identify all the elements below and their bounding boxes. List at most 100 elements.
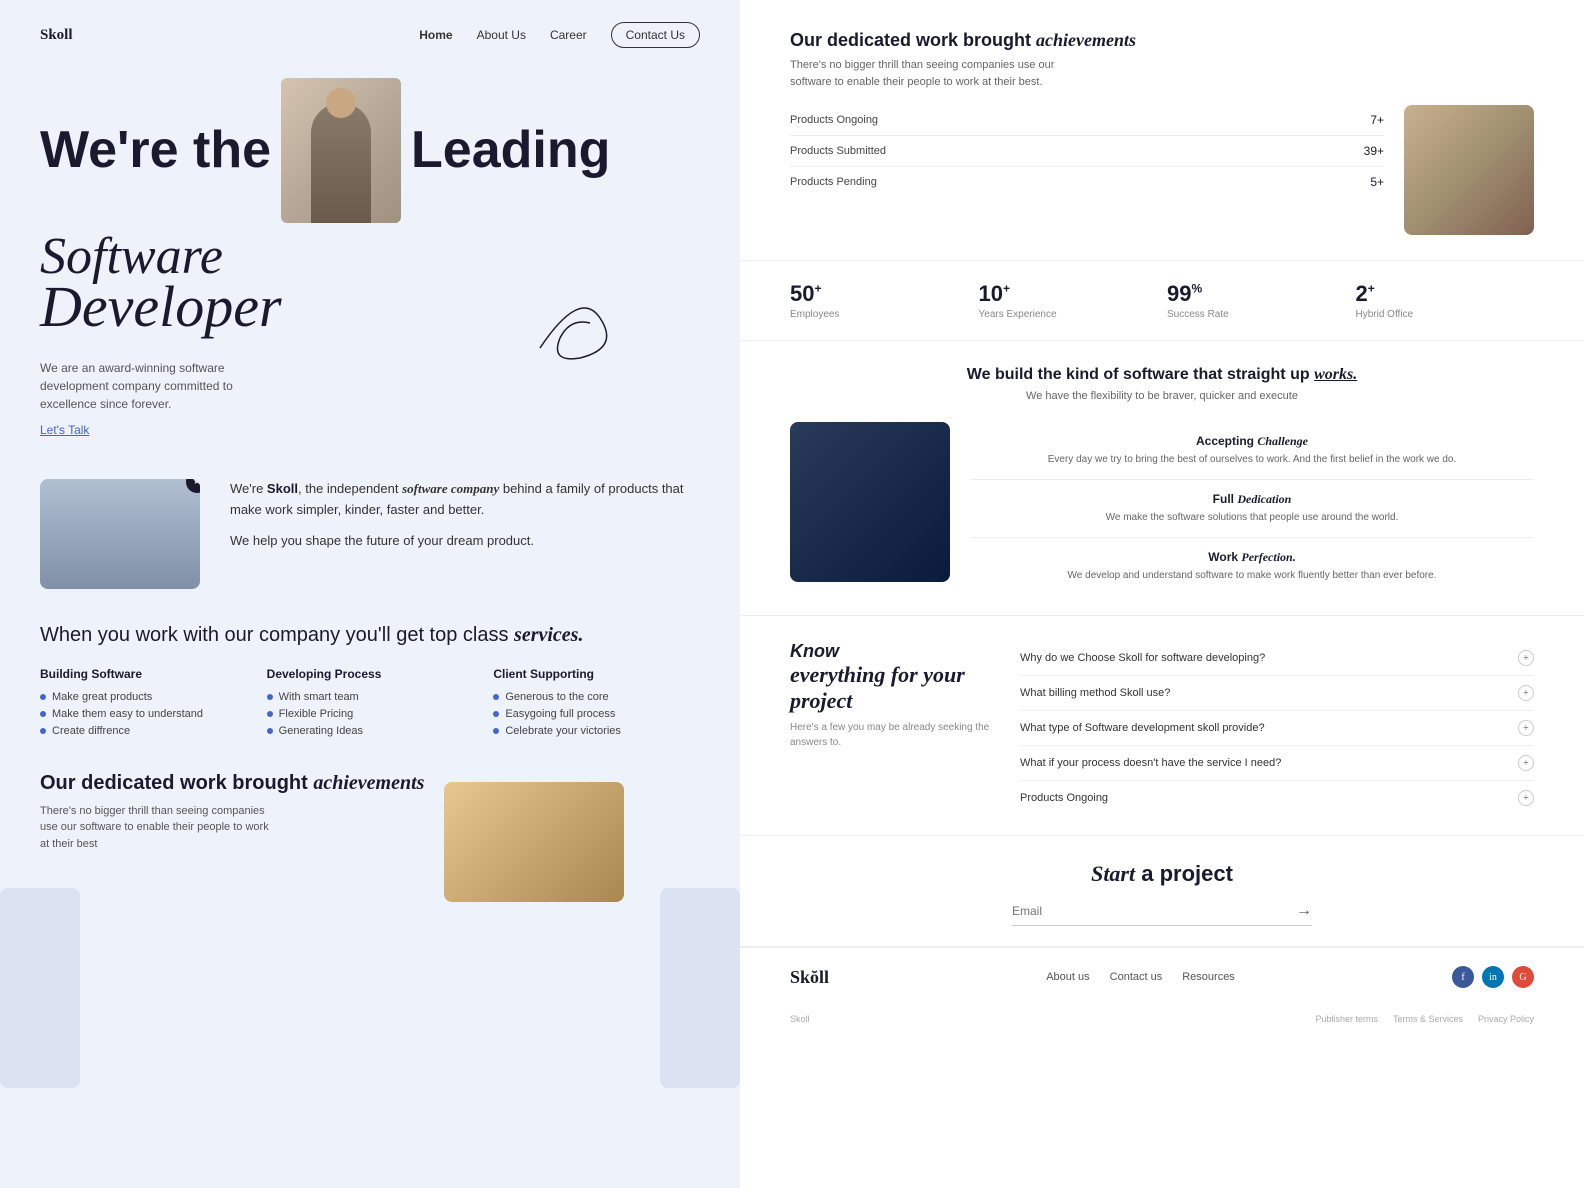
footer-privacy-policy[interactable]: Privacy Policy xyxy=(1478,1014,1534,1024)
hero-line1: We're the xyxy=(40,122,271,179)
faq-question-1: Why do we Choose Skoll for software deve… xyxy=(1020,652,1265,664)
footer-bottom-links: Publisher terms Terms & Services Privacy… xyxy=(1315,1014,1534,1024)
email-submit-arrow[interactable]: → xyxy=(1296,902,1312,920)
service-col-building: Building Software Make great products Ma… xyxy=(40,667,247,742)
list-item: Generous to the core xyxy=(493,691,700,703)
list-item: Make them easy to understand xyxy=(40,708,247,720)
right-panel: Our dedicated work brought achievements … xyxy=(740,0,1584,1188)
faq-left: Know everything for your project Here's … xyxy=(790,641,990,815)
number-success-label: Success Rate xyxy=(1167,309,1346,320)
number-experience-value: 10+ xyxy=(979,281,1158,307)
footer-about-link[interactable]: About us xyxy=(1046,971,1089,983)
footer-contact-link[interactable]: Contact us xyxy=(1110,971,1163,983)
bullet-icon xyxy=(267,728,273,734)
footer-links: About us Contact us Resources xyxy=(1046,971,1235,983)
faq-item-5[interactable]: Products Ongoing + xyxy=(1020,781,1534,815)
stat-value-submitted: 39+ xyxy=(1364,144,1384,158)
achievements-bottom-title: Our dedicated work brought achievements xyxy=(40,772,424,795)
service-col-developing-list: With smart team Flexible Pricing Generat… xyxy=(267,691,474,737)
faq-item-4[interactable]: What if your process doesn't have the se… xyxy=(1020,746,1534,781)
works-section: We build the kind of software that strai… xyxy=(740,341,1584,616)
number-employees: 50+ Employees xyxy=(790,281,969,320)
faq-question-5: Products Ongoing xyxy=(1020,792,1108,804)
work-item-challenge-title: Accepting Challenge xyxy=(970,434,1534,449)
list-item: Generating Ideas xyxy=(267,725,474,737)
service-col-developing-title: Developing Process xyxy=(267,667,474,681)
faq-item-3[interactable]: What type of Software development skoll … xyxy=(1020,711,1534,746)
faq-desc: Here's a few you may be already seeking … xyxy=(790,720,990,750)
email-input[interactable] xyxy=(1012,904,1296,918)
faq-question-4: What if your process doesn't have the se… xyxy=(1020,757,1281,769)
service-col-building-title: Building Software xyxy=(40,667,247,681)
achievements-team-photo xyxy=(1404,105,1534,235)
works-subtitle: We have the flexibility to be braver, qu… xyxy=(790,390,1534,402)
service-col-client-list: Generous to the core Easygoing full proc… xyxy=(493,691,700,737)
right-achievements-title: Our dedicated work brought achievements xyxy=(790,30,1534,51)
work-item-perfection-desc: We develop and understand software to ma… xyxy=(970,568,1534,583)
footer-publisher-terms[interactable]: Publisher terms xyxy=(1315,1014,1378,1024)
work-list: Accepting Challenge Every day we try to … xyxy=(970,422,1534,595)
bullet-icon xyxy=(493,711,499,717)
services-title: When you work with our company you'll ge… xyxy=(40,624,700,647)
hero-cta-link[interactable]: Let's Talk xyxy=(40,423,89,437)
stat-row-submitted: Products Submitted 39+ xyxy=(790,136,1384,167)
work-item-perfection-title: Work Perfection. xyxy=(970,550,1534,565)
hero-line2: Leading xyxy=(411,122,610,179)
faq-question-2: What billing method Skoll use? xyxy=(1020,687,1170,699)
faq-expand-icon-1: + xyxy=(1518,650,1534,666)
about-text: We're Skoll, the independent software co… xyxy=(230,479,700,551)
footer-copyright: Skoll xyxy=(790,1014,810,1024)
list-item: Flexible Pricing xyxy=(267,708,474,720)
bullet-icon xyxy=(267,711,273,717)
about-subtext: We help you shape the future of your dre… xyxy=(230,531,700,552)
achievements-stats: Products Ongoing 7+ Products Submitted 3… xyxy=(790,105,1384,197)
faq-expand-icon-5: + xyxy=(1518,790,1534,806)
footer-logo: Skŏll xyxy=(790,967,829,988)
right-achievements-section: Our dedicated work brought achievements … xyxy=(740,0,1584,261)
work-person-image xyxy=(790,422,950,582)
faq-title: Know everything for your project xyxy=(790,641,990,714)
facebook-icon[interactable]: f xyxy=(1452,966,1474,988)
nav-career[interactable]: Career xyxy=(550,28,587,42)
footer-resources-link[interactable]: Resources xyxy=(1182,971,1235,983)
start-project-title: Start a project xyxy=(790,861,1534,887)
linkedin-icon[interactable]: in xyxy=(1482,966,1504,988)
right-achievements-desc: There's no bigger thrill than seeing com… xyxy=(790,57,1070,90)
numbers-row: 50+ Employees 10+ Years Experience 99% S… xyxy=(740,261,1584,341)
bullet-icon xyxy=(40,694,46,700)
nav-contact-button[interactable]: Contact Us xyxy=(611,22,700,48)
nav-about[interactable]: About Us xyxy=(477,28,526,42)
faq-item-1[interactable]: Why do we Choose Skoll for software deve… xyxy=(1020,641,1534,676)
list-item: Create diffrence xyxy=(40,725,247,737)
work-item-dedication-desc: We make the software solutions that peop… xyxy=(970,510,1534,525)
nav-home[interactable]: Home xyxy=(419,28,452,42)
bullet-icon xyxy=(493,728,499,734)
achievements-bottom-row: Our dedicated work brought achievements … xyxy=(40,772,700,902)
service-col-developing: Developing Process With smart team Flexi… xyxy=(267,667,474,742)
bg-decoration-right xyxy=(660,888,740,1088)
faq-item-2[interactable]: What billing method Skoll use? + xyxy=(1020,676,1534,711)
google-icon[interactable]: G xyxy=(1512,966,1534,988)
stat-label-submitted: Products Submitted xyxy=(790,145,886,157)
navbar: Skoll Home About Us Career Contact Us xyxy=(0,0,740,48)
bullet-icon xyxy=(493,694,499,700)
work-item-dedication: Full Dedication We make the software sol… xyxy=(970,480,1534,538)
email-row: → xyxy=(1012,902,1312,926)
hero-subtitle: We are an award-winning software develop… xyxy=(40,359,270,413)
stat-value-pending: 5+ xyxy=(1370,175,1384,189)
faq-expand-icon-4: + xyxy=(1518,755,1534,771)
list-item: Easygoing full process xyxy=(493,708,700,720)
hero-line3: Developer xyxy=(40,274,282,339)
number-hybrid-label: Hybrid Office xyxy=(1356,309,1535,320)
service-col-building-list: Make great products Make them easy to un… xyxy=(40,691,247,737)
number-experience: 10+ Years Experience xyxy=(979,281,1158,320)
stat-row-ongoing: Products Ongoing 7+ xyxy=(790,105,1384,136)
bullet-icon xyxy=(267,694,273,700)
bullet-icon xyxy=(40,728,46,734)
work-item-dedication-title: Full Dedication xyxy=(970,492,1534,507)
bg-decoration-left xyxy=(0,888,80,1088)
hero-section: We're the Leading Software Developer We … xyxy=(0,48,740,439)
number-employees-value: 50+ xyxy=(790,281,969,307)
footer-terms-services[interactable]: Terms & Services xyxy=(1393,1014,1463,1024)
footer-bottom: Skoll Publisher terms Terms & Services P… xyxy=(740,1006,1584,1032)
